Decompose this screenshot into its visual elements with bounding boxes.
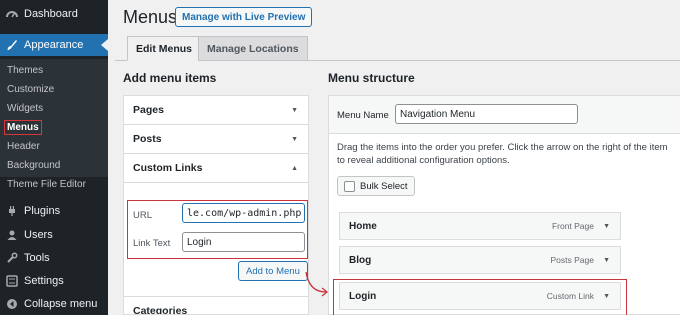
wrench-icon [6,252,18,264]
sidebar-item-label: Settings [24,275,64,287]
bulk-select-label: Bulk Select [360,180,408,192]
sidebar-item-tools[interactable]: Tools [0,247,108,269]
menu-instructions: Drag the items into the order you prefer… [337,142,668,166]
bulk-select-button[interactable]: Bulk Select [337,176,415,196]
live-preview-button[interactable]: Manage with Live Preview [175,7,313,27]
brush-icon [6,39,18,51]
sidebar-item-label: Tools [24,252,50,264]
sidebar-item-label: Users [24,229,53,241]
sidebar-item-label: Dashboard [24,8,78,20]
collapse-menu-button[interactable]: Collapse menu [0,293,108,315]
accordion-label: Custom Links [133,162,203,174]
tab-edit-menus[interactable]: Edit Menus [127,36,202,61]
menu-item-label: Login [349,290,377,302]
sidebar-item-label: Collapse menu [24,298,98,310]
menu-structure-heading: Menu structure [328,71,415,85]
url-input[interactable]: le.com/wp-admin.php [182,203,305,223]
submenu-item-theme-file-editor[interactable]: Theme File Editor [7,179,86,190]
caret-down-icon[interactable]: ▼ [603,293,610,300]
menu-item-login[interactable]: Login Custom Link ▼ [339,282,621,310]
sidebar-item-users[interactable]: Users [0,224,108,246]
accordion-pages[interactable]: Pages ▼ [124,96,308,125]
caret-down-icon: ▼ [291,106,298,114]
menu-name-input[interactable]: Navigation Menu [395,104,578,124]
accordion-posts[interactable]: Posts ▼ [124,125,308,154]
sidebar-item-settings[interactable]: Settings [0,270,108,292]
submenu-item-menus[interactable]: Menus [4,120,42,135]
collapse-icon [6,298,18,310]
menu-item-label: Blog [349,254,372,266]
add-items-accordion: Pages ▼ Posts ▼ Custom Links ▲ URL le.co… [123,95,309,315]
accordion-categories[interactable]: Categories [124,296,308,315]
dashboard-icon [6,8,18,20]
tab-manage-locations[interactable]: Manage Locations [198,36,308,61]
caret-down-icon: ▼ [291,135,298,143]
appearance-submenu: Themes Customize Widgets Menus Header Ba… [0,59,108,177]
menu-item-type: Front Page [551,221,594,231]
link-text-label: Link Text [133,238,171,249]
menu-item-type: Custom Link [546,291,594,301]
caret-down-icon[interactable]: ▼ [603,257,610,264]
bulk-select-checkbox[interactable] [344,180,355,192]
settings-icon [6,275,18,287]
sidebar-item-plugins[interactable]: Plugins [0,200,108,222]
submenu-item-customize[interactable]: Customize [7,84,54,95]
main-content: Menus Manage with Live Preview Edit Menu… [108,0,680,315]
accordion-custom-links[interactable]: Custom Links ▲ [124,154,308,183]
accordion-label: Pages [133,104,164,116]
menu-item-type: Posts Page [550,255,594,265]
sidebar-item-dashboard[interactable]: Dashboard [0,3,108,25]
submenu-item-widgets[interactable]: Widgets [7,103,43,114]
add-menu-items-heading: Add menu items [123,71,217,85]
submenu-item-themes[interactable]: Themes [7,65,43,76]
plugin-icon [6,205,18,217]
sidebar-item-label: Plugins [24,205,61,217]
submenu-item-header[interactable]: Header [7,141,40,152]
menu-name-label: Menu Name [337,110,389,121]
admin-sidebar: Dashboard Appearance Themes Customize Wi… [0,0,108,315]
caret-down-icon[interactable]: ▼ [603,223,610,230]
menu-item-home[interactable]: Home Front Page ▼ [339,212,621,240]
menu-item-label: Home [349,220,377,232]
menu-name-bar: Menu Name Navigation Menu [329,96,680,134]
menu-structure-panel: Menu Name Navigation Menu Drag the items… [328,95,680,315]
sidebar-item-appearance[interactable]: Appearance [0,34,108,56]
add-to-menu-button[interactable]: Add to Menu [238,261,308,281]
menu-item-blog[interactable]: Blog Posts Page ▼ [339,246,621,274]
accordion-label: Categories [133,304,188,315]
users-icon [6,229,18,241]
submenu-item-background[interactable]: Background [7,160,60,171]
url-label: URL [133,210,153,221]
link-text-input[interactable]: Login [182,232,305,252]
sidebar-item-label: Appearance [24,39,84,51]
caret-up-icon: ▲ [291,164,298,172]
accordion-label: Posts [133,133,162,145]
page-title: Menus [123,7,178,27]
